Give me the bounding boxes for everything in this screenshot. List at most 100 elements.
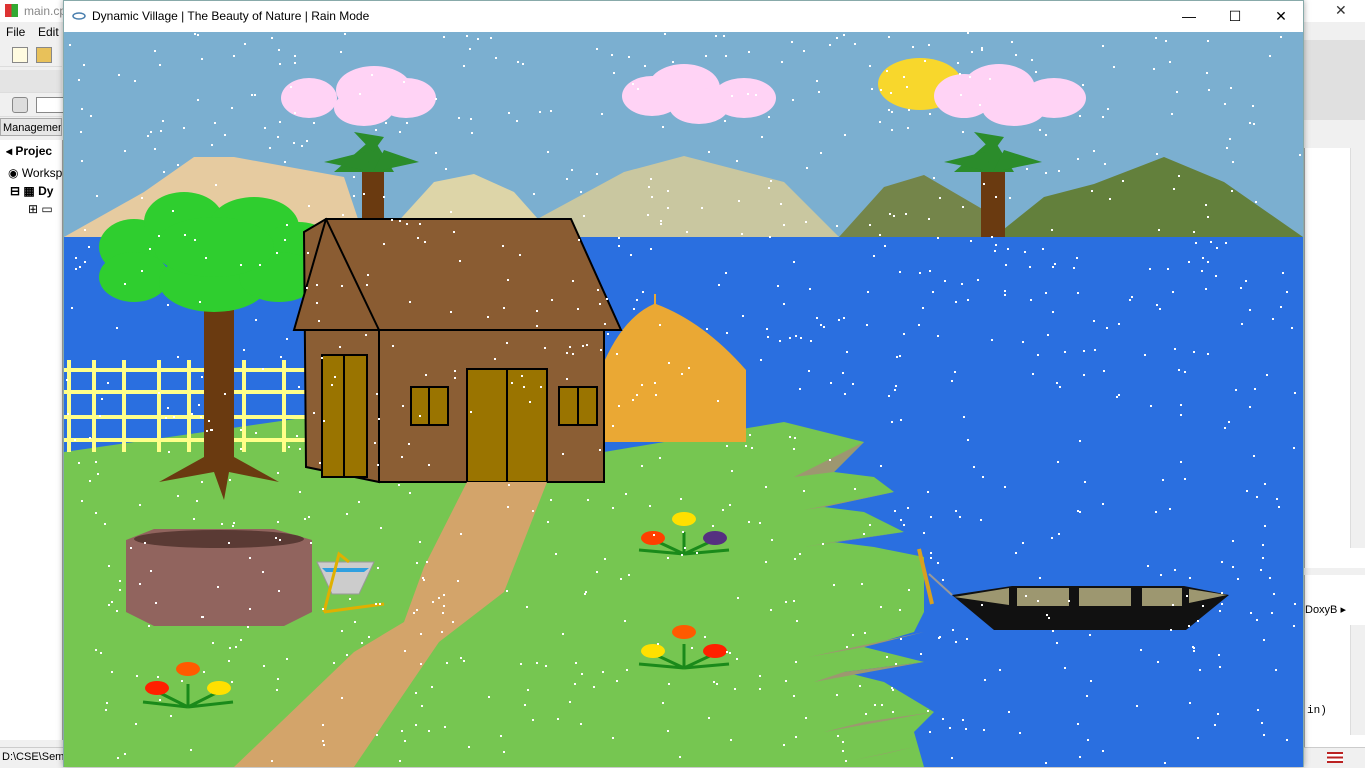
rain-drop — [1058, 170, 1060, 172]
doxyblocks-tab[interactable]: DoxyB ▸ — [1305, 603, 1346, 616]
rain-drop — [1005, 264, 1007, 266]
rain-drop — [888, 109, 890, 111]
rain-drop — [173, 416, 175, 418]
rain-drop — [177, 495, 179, 497]
rain-drop — [463, 660, 465, 662]
rain-drop — [163, 171, 165, 173]
rain-drop — [965, 728, 967, 730]
rain-drop — [105, 709, 107, 711]
rain-drop — [869, 524, 871, 526]
rain-drop — [1180, 414, 1182, 416]
rain-drop — [150, 131, 152, 133]
rain-drop — [375, 603, 377, 605]
new-file-icon[interactable] — [12, 47, 28, 63]
rain-drop — [633, 308, 635, 310]
rain-drop — [406, 223, 408, 225]
rain-drop — [597, 289, 599, 291]
rain-drop — [1205, 288, 1207, 290]
ide-close-icon[interactable]: ✕ — [1335, 2, 1347, 19]
rain-drop — [820, 324, 822, 326]
search-input[interactable] — [36, 97, 64, 113]
flag-icon — [1327, 752, 1343, 763]
rain-drop — [181, 680, 183, 682]
rain-drop — [251, 94, 253, 96]
rain-drop — [550, 499, 552, 501]
rain-drop — [1189, 702, 1191, 704]
tab-projects[interactable]: ◂ Projec — [6, 144, 68, 158]
rain-drop — [1035, 71, 1037, 73]
rain-drop — [791, 41, 793, 43]
rain-drop — [1052, 630, 1054, 632]
rain-drop — [293, 142, 295, 144]
rain-drop — [116, 610, 118, 612]
tree-item-workspace[interactable]: ◉ Worksp — [8, 166, 70, 180]
rain-drop — [1083, 350, 1085, 352]
rain-drop — [134, 80, 136, 82]
open-folder-icon[interactable] — [36, 47, 52, 63]
close-button[interactable]: ✕ — [1258, 1, 1304, 31]
rain-drop — [442, 612, 444, 614]
rain-drop — [507, 506, 509, 508]
rain-drop — [444, 726, 446, 728]
rain-drop — [1262, 544, 1264, 546]
rain-drop — [866, 324, 868, 326]
rain-drop — [1045, 292, 1047, 294]
rain-drop — [322, 608, 324, 610]
rain-drop — [924, 60, 926, 62]
rain-drop — [130, 547, 132, 549]
rain-drop — [780, 203, 782, 205]
minimize-button[interactable]: — — [1166, 1, 1212, 31]
rain-drop — [601, 113, 603, 115]
rain-drop — [783, 303, 785, 305]
rain-drop — [404, 740, 406, 742]
editor-scrollbar[interactable] — [1350, 148, 1365, 548]
rain-drop — [1024, 251, 1026, 253]
rain-drop — [749, 434, 751, 436]
rain-drop — [316, 302, 318, 304]
rain-drop — [383, 243, 385, 245]
rain-drop — [1159, 308, 1161, 310]
rain-drop — [361, 642, 363, 644]
rain-drop — [726, 445, 728, 447]
rain-drop — [829, 459, 831, 461]
rain-drop — [1144, 354, 1146, 356]
rain-drop — [879, 234, 881, 236]
rain-drop — [713, 681, 715, 683]
rain-drop — [808, 370, 810, 372]
rain-drop — [1009, 197, 1011, 199]
rain-drop — [139, 504, 141, 506]
rain-drop — [1240, 287, 1242, 289]
rain-drop — [470, 118, 472, 120]
rain-drop — [880, 465, 882, 467]
rain-drop — [271, 37, 273, 39]
rain-drop — [1045, 134, 1047, 136]
rain-drop — [269, 147, 271, 149]
rain-drop — [375, 129, 377, 131]
rain-drop — [84, 261, 86, 263]
rain-drop — [286, 338, 288, 340]
rain-drop — [1199, 669, 1201, 671]
rain-drop — [1007, 248, 1009, 250]
rain-drop — [888, 36, 890, 38]
rain-drop — [522, 63, 524, 65]
rain-drop — [1045, 762, 1047, 764]
rain-drop — [734, 688, 736, 690]
menu-file[interactable]: File — [6, 25, 25, 39]
rain-drop — [519, 254, 521, 256]
rain-drop — [107, 382, 109, 384]
rain-drop — [1059, 386, 1061, 388]
log-scrollbar[interactable] — [1350, 625, 1365, 735]
rain-drop — [836, 37, 838, 39]
rain-drop — [385, 122, 387, 124]
rain-drop — [1140, 649, 1142, 651]
rain-drop — [741, 233, 743, 235]
rain-drop — [555, 553, 557, 555]
clear-icon[interactable] — [12, 97, 28, 113]
rain-drop — [1280, 306, 1282, 308]
rain-drop — [215, 184, 217, 186]
menu-edit[interactable]: Edit — [38, 25, 59, 39]
rain-drop — [506, 342, 508, 344]
maximize-button[interactable]: ☐ — [1212, 1, 1258, 31]
rain-drop — [959, 73, 961, 75]
rain-drop — [765, 561, 767, 563]
